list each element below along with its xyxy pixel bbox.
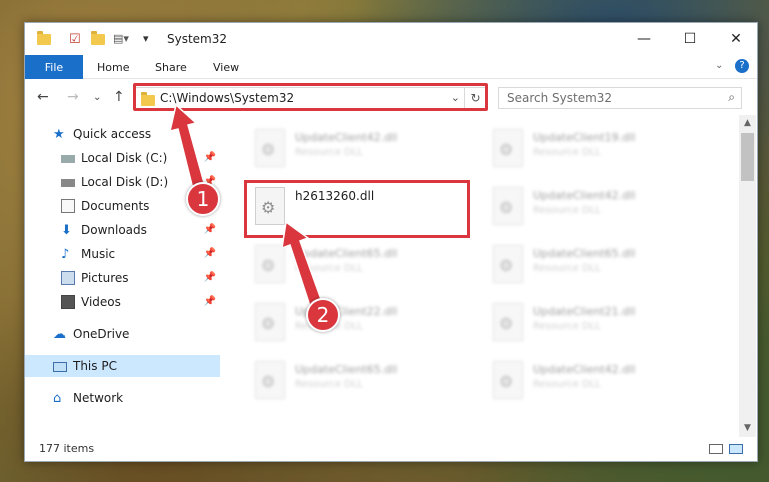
ribbon-tabs: File Home Share View ⌄ ? bbox=[25, 55, 757, 79]
maximize-button[interactable]: ☐ bbox=[667, 23, 713, 55]
list-item[interactable]: UpdateClient65.dll Resource DLL bbox=[489, 241, 709, 297]
item-count: 177 items bbox=[39, 442, 95, 455]
music-icon: ♪ bbox=[61, 247, 70, 262]
list-item[interactable]: UpdateClient42.dll Resource DLL bbox=[251, 125, 471, 181]
customize-quick-access-icon[interactable]: ▤▾ bbox=[113, 32, 129, 48]
chevron-down-icon[interactable]: ▾ bbox=[143, 32, 149, 48]
sidebar-item-videos[interactable]: Videos 📌 bbox=[25, 291, 220, 313]
sidebar-item-this-pc[interactable]: This PC bbox=[25, 355, 220, 377]
title-bar: ☑ ▤▾ ▾ System32 — ☐ ✕ bbox=[25, 23, 757, 55]
dll-file-icon bbox=[255, 303, 285, 341]
search-placeholder: Search System32 bbox=[507, 91, 613, 105]
pin-icon[interactable]: 📌 bbox=[204, 248, 216, 259]
videos-icon bbox=[61, 295, 75, 309]
star-icon: ★ bbox=[53, 127, 65, 142]
scrollbar-thumb[interactable] bbox=[741, 133, 754, 181]
pc-icon bbox=[53, 361, 67, 372]
properties-icon[interactable]: ☑ bbox=[69, 32, 81, 48]
dll-file-icon bbox=[493, 303, 523, 341]
sidebar-item-onedrive[interactable]: ☁ OneDrive bbox=[25, 323, 220, 345]
tab-view[interactable]: View bbox=[213, 61, 239, 74]
onedrive-icon: ☁ bbox=[53, 327, 66, 342]
list-item[interactable]: UpdateClient21.dll Resource DLL bbox=[489, 299, 709, 355]
vertical-scrollbar[interactable]: ▲ ▼ bbox=[739, 115, 756, 437]
tab-home[interactable]: Home bbox=[97, 61, 129, 74]
drive-icon bbox=[61, 155, 75, 163]
new-folder-icon[interactable] bbox=[91, 31, 105, 48]
tab-file[interactable]: File bbox=[25, 55, 83, 79]
dll-file-icon bbox=[493, 361, 523, 399]
sidebar-item-network[interactable]: ⌂ Network bbox=[25, 387, 220, 409]
minimize-button[interactable]: — bbox=[621, 23, 667, 55]
pin-icon[interactable]: 📌 bbox=[204, 224, 216, 235]
scroll-up-icon[interactable]: ▲ bbox=[739, 118, 756, 128]
recent-locations-icon[interactable]: ⌄ bbox=[93, 92, 101, 103]
scroll-down-icon[interactable]: ▼ bbox=[739, 423, 756, 433]
list-item[interactable]: UpdateClient65.dll Resource DLL bbox=[251, 357, 471, 413]
sidebar-item-music[interactable]: ♪ Music 📌 bbox=[25, 243, 220, 265]
downloads-icon: ⬇ bbox=[61, 223, 72, 238]
navigation-bar: ← → ⌄ ↑ C:\Windows\System32 ⌄ ↻ Search S… bbox=[25, 79, 757, 115]
step-marker-2: 2 bbox=[306, 298, 340, 332]
search-icon: ⌕ bbox=[728, 90, 735, 104]
expand-ribbon-icon[interactable]: ⌄ bbox=[715, 60, 723, 71]
pin-icon[interactable]: 📌 bbox=[204, 296, 216, 307]
arrow-2-icon bbox=[282, 222, 323, 307]
large-icons-view-icon[interactable] bbox=[729, 444, 743, 454]
search-input[interactable]: Search System32 ⌕ bbox=[498, 87, 742, 109]
back-arrow-icon[interactable]: ← bbox=[37, 89, 49, 105]
dll-file-icon bbox=[255, 361, 285, 399]
dll-file-icon bbox=[493, 129, 523, 167]
sidebar-item-downloads[interactable]: ⬇ Downloads 📌 bbox=[25, 219, 220, 241]
sidebar-item-pictures[interactable]: Pictures 📌 bbox=[25, 267, 220, 289]
window-title: System32 bbox=[167, 32, 228, 46]
dll-file-icon bbox=[493, 187, 523, 225]
close-button[interactable]: ✕ bbox=[713, 23, 759, 55]
dll-file-icon bbox=[255, 129, 285, 167]
dll-file-icon bbox=[255, 245, 285, 283]
explorer-window: ☑ ▤▾ ▾ System32 — ☐ ✕ File Home Share Vi… bbox=[24, 22, 758, 462]
step-marker-1: 1 bbox=[186, 182, 220, 216]
list-item[interactable]: UpdateClient19.dll Resource DLL bbox=[489, 125, 709, 181]
network-icon: ⌂ bbox=[53, 391, 62, 406]
help-icon[interactable]: ? bbox=[735, 59, 749, 73]
drive-icon bbox=[61, 179, 75, 187]
details-view-icon[interactable] bbox=[709, 444, 723, 454]
file-highlight-box bbox=[244, 180, 470, 238]
pictures-icon bbox=[61, 271, 75, 285]
tab-share[interactable]: Share bbox=[155, 61, 187, 74]
dll-file-icon bbox=[493, 245, 523, 283]
up-arrow-icon[interactable]: ↑ bbox=[113, 89, 125, 105]
folder-icon bbox=[37, 31, 51, 48]
documents-icon bbox=[61, 199, 75, 213]
pin-icon[interactable]: 📌 bbox=[204, 272, 216, 283]
forward-arrow-icon[interactable]: → bbox=[67, 89, 79, 105]
list-item[interactable]: UpdateClient42.dll Resource DLL bbox=[489, 357, 709, 413]
list-item[interactable]: UpdateClient42.dll Resource DLL bbox=[489, 183, 709, 239]
status-bar: 177 items bbox=[25, 437, 757, 461]
